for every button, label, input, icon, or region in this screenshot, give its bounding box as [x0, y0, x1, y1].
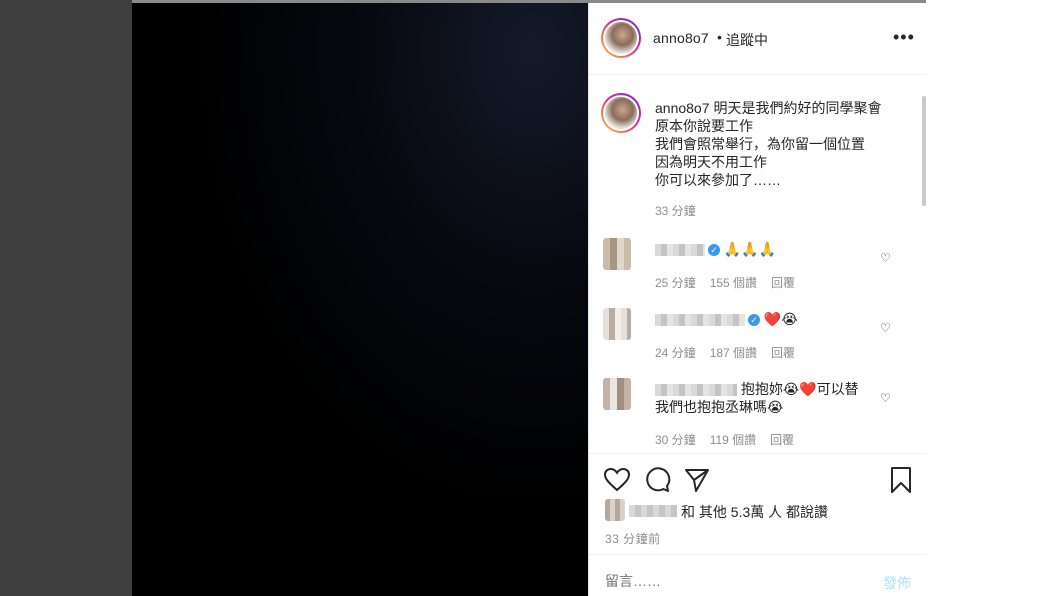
comment-body: 🙏🙏🙏 — [723, 241, 777, 257]
comment-like-heart-icon[interactable]: ♡ — [880, 321, 891, 335]
follow-status-button[interactable]: 追蹤中 — [726, 30, 768, 50]
right-backdrop — [926, 0, 1060, 596]
comment-meta-3: 30 分鐘 119 個讚 回覆 — [655, 431, 808, 448]
comment-text-1: ✓ 🙏🙏🙏 — [655, 240, 875, 258]
author-avatar[interactable] — [601, 18, 641, 58]
reply-button[interactable]: 回覆 — [771, 346, 795, 360]
heart-icon[interactable] — [603, 466, 631, 494]
left-backdrop — [0, 0, 132, 596]
comments-section[interactable]: anno8o7 明天是我們約好的同學聚會 原本你說要工作 我們會照常舉行，為你留一… — [589, 76, 927, 452]
header-separator: • — [717, 29, 722, 45]
caption-author-avatar[interactable] — [601, 93, 641, 133]
comment-likes[interactable]: 155 個讚 — [710, 276, 757, 290]
caption-line: 我們會照常舉行，為你留一個位置 — [655, 136, 865, 152]
reply-button[interactable]: 回覆 — [771, 276, 795, 290]
caption-line: 原本你說要工作 — [655, 118, 753, 134]
post-comment-button[interactable]: 發佈 — [883, 573, 911, 593]
comment-icon[interactable] — [643, 466, 671, 494]
more-options-icon[interactable]: ••• — [893, 28, 915, 46]
comment-text-3: 抱抱妳😭❤️可以替 我們也抱抱丞琳嗎😭 — [655, 380, 875, 416]
comment-avatar[interactable] — [603, 308, 631, 340]
post-actions: 和 其他 5.3萬 人 都說讚 33 分鐘前 發佈 — [589, 453, 927, 593]
comment-body-cont: 我們也抱抱丞琳嗎😭 — [655, 399, 784, 415]
comment-text-2: ✓ ❤️😭 — [655, 310, 875, 328]
caption-username[interactable]: anno8o7 — [655, 100, 710, 116]
blurred-username[interactable] — [655, 244, 705, 257]
likes-summary[interactable]: 和 其他 5.3萬 人 都說讚 — [681, 502, 828, 522]
post-timestamp: 33 分鐘前 — [605, 532, 661, 546]
instagram-post-viewer: anno8o7 • 追蹤中 ••• anno8o7 明天是我們約好的同學聚會 原本… — [0, 0, 1060, 596]
comment-body: 抱抱妳😭❤️可以替 — [740, 381, 859, 397]
caption-timestamp: 33 分鐘 — [655, 204, 696, 218]
comment-likes[interactable]: 119 個讚 — [710, 433, 756, 447]
verified-icon: ✓ — [748, 314, 760, 327]
bookmark-icon[interactable] — [887, 466, 915, 494]
comment-body: ❤️😭 — [763, 311, 798, 327]
comment-input[interactable] — [605, 573, 845, 589]
comment-avatar[interactable] — [603, 378, 631, 410]
comment-time: 24 分鐘 — [655, 346, 696, 360]
caption-line: 你可以來參加了…… — [655, 172, 781, 188]
comment-like-heart-icon[interactable]: ♡ — [880, 391, 891, 405]
comment-bar: 發佈 — [589, 554, 927, 594]
post-header: anno8o7 • 追蹤中 ••• — [589, 3, 927, 75]
comment-avatar[interactable] — [603, 238, 631, 270]
caption-line: 明天是我們約好的同學聚會 — [713, 100, 882, 116]
blurred-username[interactable] — [655, 384, 737, 397]
liker-avatar[interactable] — [605, 499, 625, 521]
comment-like-heart-icon[interactable]: ♡ — [880, 251, 891, 265]
post-side-panel: anno8o7 • 追蹤中 ••• anno8o7 明天是我們約好的同學聚會 原本… — [588, 3, 927, 596]
comment-meta-1: 25 分鐘 155 個讚 回覆 — [655, 274, 809, 291]
post-caption: anno8o7 明天是我們約好的同學聚會 原本你說要工作 我們會照常舉行，為你留一… — [655, 99, 905, 189]
author-username[interactable]: anno8o7 — [653, 30, 709, 46]
comment-time: 30 分鐘 — [655, 433, 696, 447]
comment-meta-2: 24 分鐘 187 個讚 回覆 — [655, 344, 809, 361]
blurred-username[interactable] — [655, 314, 745, 327]
verified-icon: ✓ — [708, 244, 720, 257]
comment-time: 25 分鐘 — [655, 276, 696, 290]
blurred-liker-name[interactable] — [629, 505, 677, 517]
reply-button[interactable]: 回覆 — [770, 433, 794, 447]
share-icon[interactable] — [683, 466, 711, 494]
post-image[interactable] — [132, 3, 588, 596]
caption-line: 因為明天不用工作 — [655, 154, 767, 170]
comment-likes[interactable]: 187 個讚 — [710, 346, 757, 360]
